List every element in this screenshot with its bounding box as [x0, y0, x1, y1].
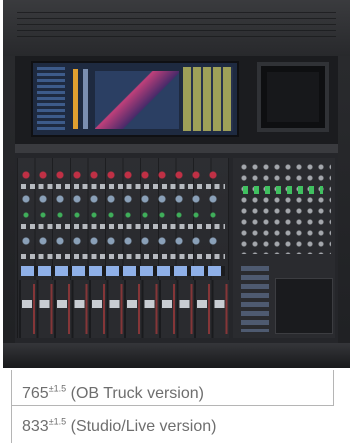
dimension-line [11, 370, 12, 443]
display-channel-list [37, 67, 65, 131]
dimension-label: (Studio/Live version) [70, 418, 217, 435]
center-side-buttons [241, 266, 269, 332]
main-display [31, 61, 239, 137]
display-button-grid [183, 67, 233, 131]
button-row [21, 224, 225, 229]
knob-row [21, 194, 225, 204]
display-eq-curve [95, 71, 179, 129]
display-fader [73, 69, 78, 129]
hood-vents [17, 12, 336, 42]
console-hood [3, 0, 350, 56]
channel-name-displays [21, 266, 225, 276]
dimension-value: 765 [22, 385, 49, 402]
led-row [21, 210, 225, 220]
dimension-label: (OB Truck version) [70, 385, 204, 402]
mixing-console-image [3, 0, 350, 368]
center-button-grid [239, 162, 331, 254]
dimension-studio-live: 833±1.5 (Studio/Live version) [22, 416, 217, 436]
fader-meters [33, 284, 229, 334]
secondary-display [257, 62, 329, 132]
knob-row [21, 170, 225, 180]
display-fader [83, 69, 88, 129]
button-row [21, 184, 225, 189]
secondary-display-screen [267, 72, 319, 122]
divider-strip [15, 144, 338, 153]
button-row [21, 254, 225, 259]
dimension-tolerance: ±1.5 [48, 383, 67, 394]
front-rail [3, 343, 350, 368]
center-leds [243, 186, 323, 194]
dimension-value: 833 [22, 418, 49, 435]
fader-caps [22, 300, 226, 308]
dimension-ob-truck: 765±1.5 (OB Truck version) [22, 383, 204, 403]
dimension-tolerance: ±1.5 [48, 416, 67, 427]
knob-row [21, 236, 225, 246]
trackpad [275, 278, 333, 334]
